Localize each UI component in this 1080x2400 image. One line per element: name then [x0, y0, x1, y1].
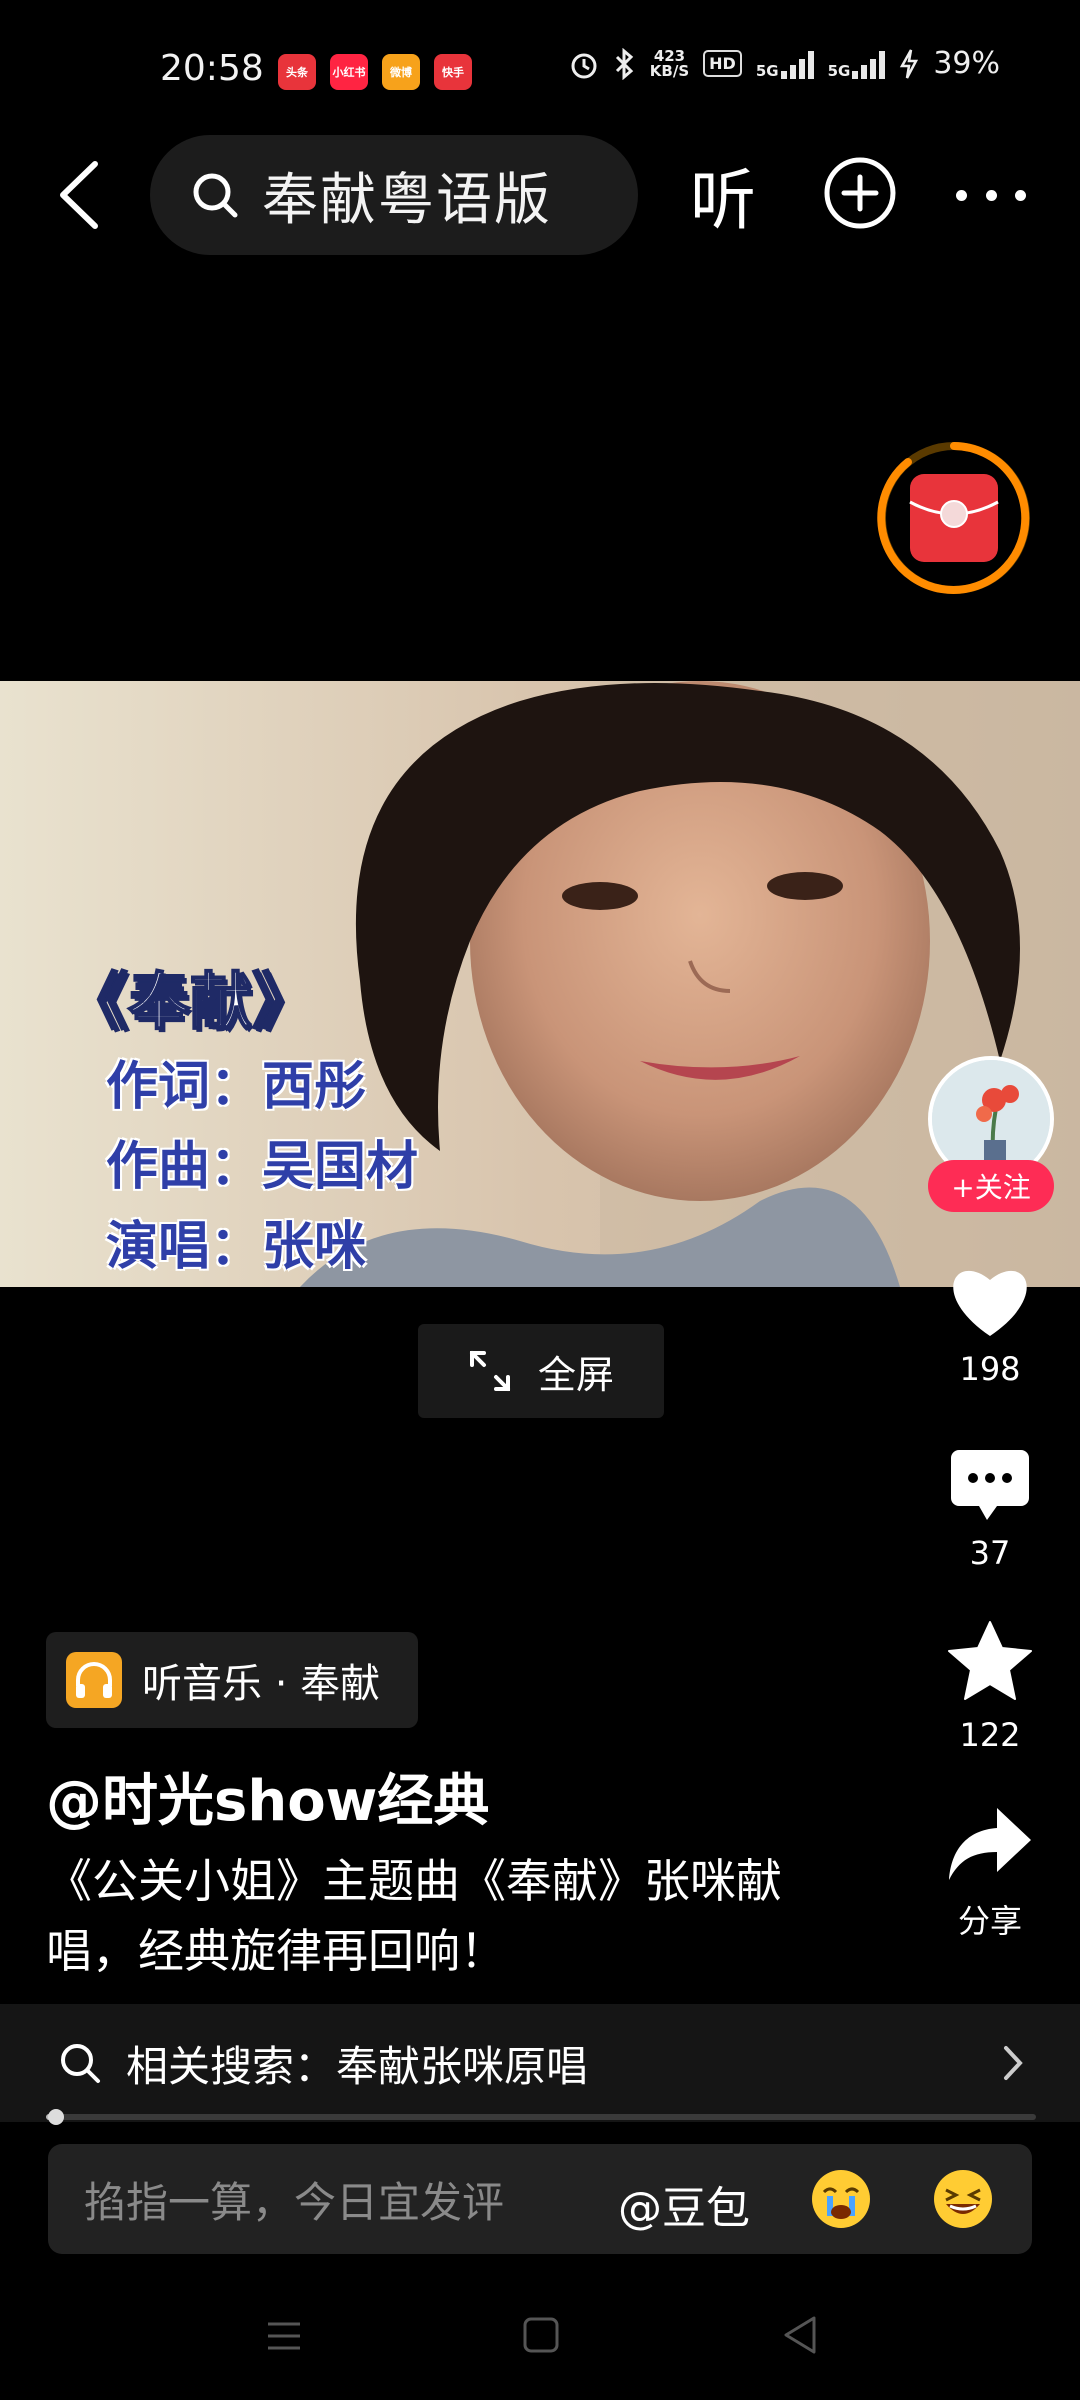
video-progress-bar[interactable]: [46, 2109, 1036, 2125]
video-credits: 《奉献》 作词：西彤 作曲：吴国材 演唱：张咪: [65, 951, 419, 1287]
progress-knob[interactable]: [47, 2109, 64, 2125]
search-icon: [61, 2044, 100, 2083]
network-speed: 423 KB/S: [649, 46, 690, 80]
system-nav-bar: [0, 2290, 1080, 2400]
follow-button[interactable]: +关注: [928, 1160, 1054, 1212]
notification-icons: 头条 小红书 微博 快手: [278, 54, 472, 90]
menu-icon[interactable]: [264, 2316, 304, 2356]
comment-placeholder: 掐指一算，今日宜发评: [84, 2177, 505, 2227]
comment-icon: [951, 1450, 1029, 1520]
red-packet-icon: [877, 442, 1030, 594]
credits-singer: 演唱：张咪: [106, 1217, 367, 1277]
laughing-emoji-icon[interactable]: [932, 2168, 994, 2230]
battery-percent: 39%: [933, 46, 1000, 81]
weibo-app-icon: 微博: [382, 54, 420, 90]
more-dot-icon: [1015, 189, 1026, 201]
music-chip-label: 听音乐 · 奉献: [142, 1661, 381, 1707]
expand-icon: [469, 1351, 510, 1391]
alarm-icon: [571, 53, 597, 78]
status-time: 20:58: [160, 48, 264, 89]
hd-voice-icon: HD: [703, 50, 742, 77]
back-arrow-icon: [60, 161, 98, 229]
more-button[interactable]: [956, 165, 1026, 225]
xiaohongshu-app-icon: 小红书: [330, 54, 368, 90]
status-bar: 20:58 头条 小红书 微博 快手 423 KB/S HD 5G 5G 39%: [0, 0, 1080, 140]
related-search-text: 相关搜索：奉献张咪原唱: [126, 2041, 589, 2091]
star-icon: [948, 1621, 1032, 1700]
system-indicators: 423 KB/S HD 5G 5G 39%: [568, 46, 1000, 81]
share-label: 分享: [957, 1902, 1022, 1940]
favorite-count: 122: [959, 1716, 1021, 1754]
chevron-right-icon: [1004, 2046, 1023, 2080]
search-query: 奉献粤语版: [262, 167, 552, 233]
like-count: 198: [959, 1350, 1021, 1388]
top-bar: 奉献粤语版 听: [0, 135, 1080, 255]
crying-emoji-icon[interactable]: [810, 2168, 872, 2230]
toutiao-app-icon: 头条: [278, 54, 316, 90]
signal-icon-1: 5G: [756, 49, 814, 79]
author-name[interactable]: @时光show经典: [46, 1756, 489, 1837]
credits-lyricist: 作词：西彤: [106, 1057, 367, 1117]
back-triangle-icon[interactable]: [780, 2314, 820, 2356]
comment-button[interactable]: 37: [930, 1448, 1050, 1572]
add-button[interactable]: [822, 155, 898, 231]
fullscreen-button[interactable]: 全屏: [418, 1324, 664, 1418]
charging-icon: [900, 48, 919, 79]
more-dot-icon: [985, 189, 997, 201]
red-packet-widget[interactable]: [876, 440, 1032, 596]
search-icon: [193, 173, 238, 218]
signal-icon-2: 5G: [828, 49, 886, 79]
credits-title: 《奉献》: [65, 964, 315, 1039]
credits-composer: 作曲：吴国材: [106, 1137, 419, 1197]
plus-circle-icon: [824, 157, 896, 229]
mention-doubao-button[interactable]: @豆包: [618, 2172, 750, 2236]
video-player[interactable]: 《奉献》 作词：西彤 作曲：吴国材 演唱：张咪: [0, 681, 1080, 1287]
listen-button[interactable]: 听: [690, 147, 756, 243]
share-button[interactable]: 分享: [930, 1804, 1050, 1942]
related-search-bar[interactable]: 相关搜索：奉献张咪原唱: [0, 2004, 1080, 2122]
like-button[interactable]: 198: [930, 1264, 1050, 1388]
video-description: 《公关小姐》主题曲《奉献》张咪献唱，经典旋律再回响！: [46, 1854, 782, 1978]
comment-count: 37: [969, 1534, 1011, 1572]
back-button[interactable]: [44, 155, 114, 235]
bluetooth-icon: [615, 47, 634, 80]
headphones-icon: [66, 1652, 122, 1708]
heart-icon: [953, 1270, 1027, 1336]
kuaishou-app-icon: 快手: [434, 54, 472, 90]
comment-input[interactable]: 掐指一算，今日宜发评 @豆包: [48, 2144, 1032, 2254]
fullscreen-label: 全屏: [537, 1352, 614, 1397]
search-box[interactable]: 奉献粤语版: [150, 135, 638, 255]
home-icon[interactable]: [522, 2316, 560, 2354]
share-arrow-icon: [949, 1808, 1031, 1880]
more-dot-icon: [956, 189, 967, 201]
music-chip[interactable]: 听音乐 · 奉献: [46, 1632, 418, 1728]
favorite-button[interactable]: 122: [930, 1620, 1050, 1754]
